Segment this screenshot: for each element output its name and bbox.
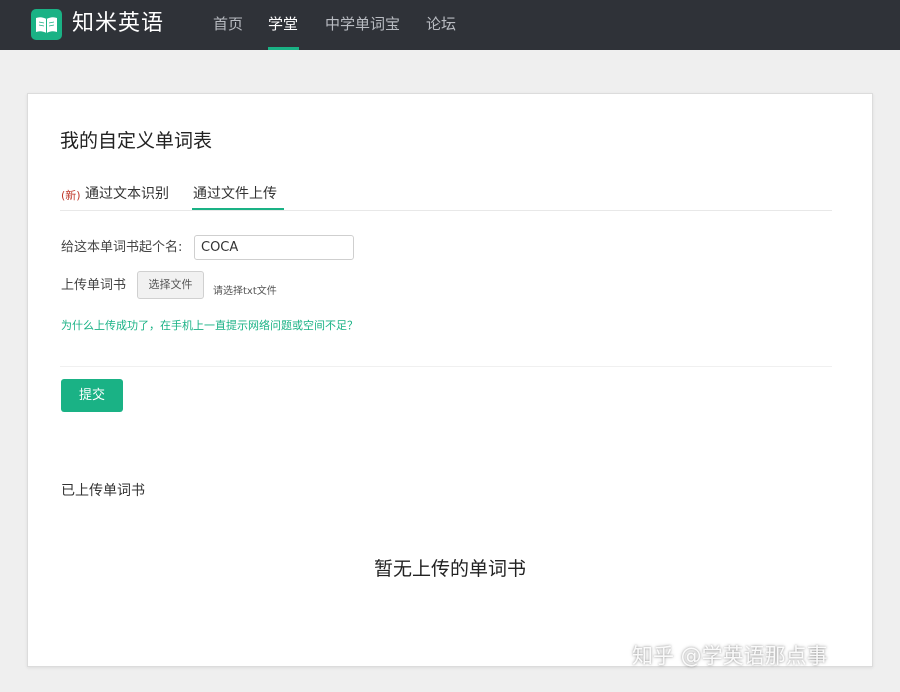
book-logo-icon[interactable]: [31, 9, 62, 40]
brand-name[interactable]: 知米英语: [72, 10, 164, 38]
tab-text-recognition[interactable]: 通过文本识别: [85, 184, 169, 204]
form-divider: [60, 366, 832, 367]
tab-active-indicator: [192, 208, 284, 210]
submit-button[interactable]: 提交: [61, 379, 123, 412]
book-name-label: 给这本单词书起个名:: [61, 240, 183, 255]
choose-file-button[interactable]: 选择文件: [137, 271, 204, 299]
nav-item-middle-school-vocab[interactable]: 中学单词宝: [325, 14, 400, 34]
nav-item-school[interactable]: 学堂: [268, 14, 298, 34]
upload-help-link[interactable]: 为什么上传成功了，在手机上一直提示网络问题或空间不足？: [61, 319, 358, 333]
tabs-divider: [60, 210, 832, 211]
uploaded-books-title: 已上传单词书: [61, 483, 145, 499]
top-navigation-bar: 知米英语 首页 学堂 中学单词宝 论坛: [0, 0, 900, 50]
file-type-hint: 请选择txt文件: [213, 286, 277, 297]
page-title: 我的自定义单词表: [60, 130, 213, 152]
nav-item-forum[interactable]: 论坛: [426, 14, 456, 34]
nav-item-home[interactable]: 首页: [213, 14, 243, 34]
nav-active-indicator: [268, 47, 299, 50]
empty-state-message: 暂无上传的单词书: [373, 558, 526, 580]
book-name-input[interactable]: [194, 235, 354, 260]
zhihu-watermark: 知乎 @学英语那点事: [632, 644, 828, 668]
upload-label: 上传单词书: [61, 278, 127, 293]
tab-file-upload[interactable]: 通过文件上传: [193, 184, 277, 204]
new-badge: (新): [61, 189, 81, 202]
